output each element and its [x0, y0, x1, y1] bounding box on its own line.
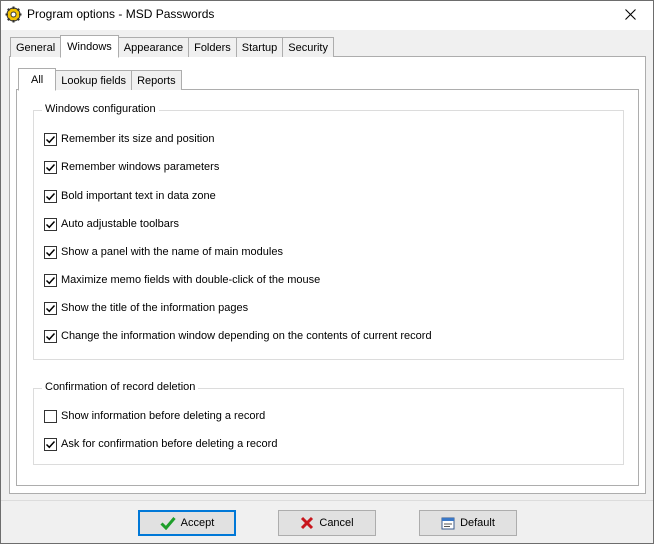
tab-general[interactable]: General: [10, 37, 62, 57]
checkbox-show-info-page-title[interactable]: [44, 301, 57, 315]
subtab-lookup-fields[interactable]: Lookup fields: [55, 70, 133, 90]
label-remember-size-position: Remember its size and position: [61, 133, 215, 145]
checkbox-remember-windows-parameters[interactable]: [44, 160, 57, 174]
option-remember-windows-parameters[interactable]: Remember windows parameters: [44, 160, 219, 174]
label-show-info-before-delete: Show information before deleting a recor…: [61, 410, 266, 422]
tab-folders[interactable]: Folders: [188, 37, 237, 57]
option-bold-important-text[interactable]: Bold important text in data zone: [44, 189, 216, 203]
cancel-button[interactable]: Cancel: [278, 510, 376, 536]
option-show-info-page-title[interactable]: Show the title of the information pages: [44, 301, 248, 315]
separator: [1, 500, 653, 501]
option-remember-size-position[interactable]: Remember its size and position: [44, 132, 214, 146]
default-label: Default: [460, 517, 495, 529]
all-tab-panel: Windows configuration Remember its size …: [16, 89, 639, 486]
group-title-windows-configuration: Windows configuration: [42, 103, 159, 115]
label-show-modules-panel: Show a panel with the name of main modul…: [61, 246, 283, 258]
windows-configuration-group: Windows configuration Remember its size …: [33, 103, 624, 360]
group-title-record-deletion: Confirmation of record deletion: [42, 381, 199, 393]
accept-label: Accept: [180, 517, 215, 529]
option-show-modules-panel[interactable]: Show a panel with the name of main modul…: [44, 245, 283, 259]
option-maximize-memo-fields[interactable]: Maximize memo fields with double-click o…: [44, 273, 320, 287]
checkbox-remember-size-position[interactable]: [44, 132, 57, 146]
options-tab-strip: General Windows Appearance Folders Start…: [10, 35, 334, 58]
app-gear-icon: [5, 6, 22, 23]
checkbox-bold-important-text[interactable]: [44, 189, 57, 203]
checkbox-ask-confirmation-delete[interactable]: [44, 437, 57, 451]
label-auto-adjustable-toolbars: Auto adjustable toolbars: [61, 218, 180, 230]
checkbox-show-modules-panel[interactable]: [44, 245, 57, 259]
cancel-label: Cancel: [319, 517, 354, 529]
checkbox-change-info-window[interactable]: [44, 329, 57, 343]
cancel-x-icon: [300, 516, 314, 530]
window-title: Program options - MSD Passwords: [27, 7, 215, 21]
checkbox-maximize-memo-fields[interactable]: [44, 273, 57, 287]
option-show-info-before-delete[interactable]: Show information before deleting a recor…: [44, 409, 265, 423]
option-change-info-window[interactable]: Change the information window depending …: [44, 329, 432, 343]
close-button[interactable]: [607, 1, 653, 30]
label-ask-confirmation-delete: Ask for confirmation before deleting a r…: [61, 438, 278, 450]
default-settings-icon: [441, 516, 455, 530]
label-change-info-window: Change the information window depending …: [61, 330, 432, 342]
tab-security[interactable]: Security: [282, 37, 334, 57]
checkmark-icon: [160, 516, 176, 530]
checkbox-show-info-before-delete[interactable]: [44, 409, 57, 423]
label-maximize-memo-fields: Maximize memo fields with double-click o…: [61, 274, 321, 286]
subtab-reports[interactable]: Reports: [131, 70, 182, 90]
subtab-all[interactable]: All: [18, 68, 57, 91]
windows-subtab-strip: All Lookup fields Reports: [18, 68, 182, 91]
option-ask-confirmation-delete[interactable]: Ask for confirmation before deleting a r…: [44, 437, 277, 451]
record-deletion-group: Confirmation of record deletion Show inf…: [33, 381, 624, 465]
option-auto-adjustable-toolbars[interactable]: Auto adjustable toolbars: [44, 217, 179, 231]
label-bold-important-text: Bold important text in data zone: [61, 190, 216, 202]
accept-button[interactable]: Accept: [138, 510, 236, 536]
tab-appearance[interactable]: Appearance: [117, 37, 190, 57]
title-bar: Program options - MSD Passwords: [1, 1, 653, 30]
label-remember-windows-parameters: Remember windows parameters: [61, 161, 220, 173]
checkbox-auto-adjustable-toolbars[interactable]: [44, 217, 57, 231]
close-icon: [624, 8, 636, 23]
tab-startup[interactable]: Startup: [235, 37, 284, 57]
program-options-window: Program options - MSD Passwords General …: [0, 0, 654, 544]
tab-windows[interactable]: Windows: [60, 35, 119, 58]
label-show-info-page-title: Show the title of the information pages: [61, 302, 249, 314]
default-button[interactable]: Default: [419, 510, 517, 536]
